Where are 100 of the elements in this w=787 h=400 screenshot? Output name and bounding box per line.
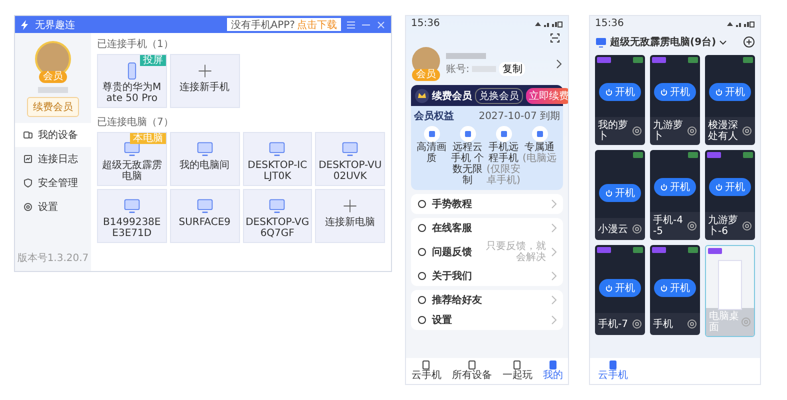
signal-icons	[533, 20, 563, 28]
cloud-phone-card[interactable]: 开机 我的萝卜	[595, 55, 645, 145]
monitor-icon	[122, 197, 141, 215]
device-name: 超级无敌霹雳电脑	[100, 160, 163, 182]
menu-item-icon	[417, 223, 427, 233]
copy-button[interactable]: 复制	[499, 62, 526, 76]
device-name: DESKTOP-ICLJT0K	[246, 160, 308, 182]
device-card[interactable]: DESKTOP-VU02UVK	[315, 132, 385, 186]
settings-icon[interactable]	[687, 221, 697, 231]
settings-icon[interactable]	[632, 319, 642, 329]
settings-icon[interactable]	[687, 126, 697, 136]
settings-icon[interactable]	[632, 126, 642, 136]
benefit-note: (仅限安卓手机)	[486, 164, 521, 186]
cloud-phone-card[interactable]: 开机 手机-7	[595, 245, 645, 335]
cloud-phone-card[interactable]: 开机 九游萝卜	[650, 55, 700, 145]
device-card[interactable]: B1499238EE3E71D	[97, 189, 167, 243]
device-card[interactable]: 投屏 尊贵的华为Mate 50 Pro	[97, 54, 167, 108]
device-card[interactable]: SURFACE9	[170, 189, 240, 243]
power-on-button[interactable]: 开机	[654, 279, 696, 297]
tab-icon	[608, 360, 618, 370]
settings-icon[interactable]	[742, 221, 752, 231]
tab-icon	[466, 360, 477, 370]
nav-item[interactable]: 设置	[15, 195, 91, 219]
power-icon	[605, 88, 613, 96]
download-prompt: 没有手机APP?	[230, 18, 295, 32]
device-name: 梭漫深处有人	[708, 120, 739, 142]
section-title: 已连接手机（1）	[97, 38, 174, 51]
menu-item[interactable]: 手势教程	[411, 194, 563, 214]
device-name: DESKTOP-VG6Q7GF	[246, 217, 310, 239]
power-on-button[interactable]: 开机	[654, 178, 696, 196]
status-chip	[688, 152, 698, 158]
tab[interactable]: 云手机	[411, 360, 442, 382]
redeem-button[interactable]: 兑换会员	[475, 88, 523, 104]
tab[interactable]: 云手机	[598, 360, 628, 382]
device-name: 我的萝卜	[598, 120, 629, 142]
status-chip	[633, 247, 643, 253]
nav-icon	[23, 202, 33, 212]
nav-item[interactable]: 安全管理	[15, 171, 91, 195]
nav-item[interactable]: 连接日志	[15, 147, 91, 171]
section-title: 已连接电脑（7）	[97, 116, 174, 129]
power-on-button[interactable]: 开机	[654, 83, 696, 101]
scan-icon[interactable]	[550, 33, 560, 43]
menu-item[interactable]: 问题反馈 只要反馈，就会解决	[411, 238, 563, 266]
status-chip	[688, 247, 698, 253]
power-on-button[interactable]: 开机	[599, 83, 641, 101]
settings-icon[interactable]	[632, 224, 642, 234]
power-on-button[interactable]: 开机	[599, 279, 641, 297]
device-card[interactable]: DESKTOP-VG6Q7GF	[242, 189, 312, 243]
add-icon[interactable]	[743, 36, 755, 48]
signal-icons	[725, 20, 755, 28]
menu-item[interactable]: 关于我们	[411, 266, 563, 286]
benefit-label: 高清画质	[416, 142, 448, 164]
menu-item-icon	[417, 199, 427, 209]
power-on-button[interactable]: 开机	[709, 83, 751, 101]
menu-item[interactable]: 推荐给好友	[411, 290, 563, 310]
tab[interactable]: 一起玩	[502, 360, 532, 382]
tab[interactable]: 我的	[542, 360, 563, 382]
settings-icon[interactable]	[687, 319, 697, 329]
device-card[interactable]: 本电脑 超级无敌霹雳电脑	[97, 132, 167, 186]
settings-icon[interactable]	[742, 126, 752, 136]
benefit-label: 专属通	[524, 142, 554, 153]
member-badge: 会员	[412, 69, 440, 81]
menu-icon[interactable]	[346, 20, 356, 30]
cloud-phone-card[interactable]: 开机 手机	[650, 245, 700, 335]
monitor-icon	[196, 197, 214, 215]
chevron-right-icon	[551, 223, 557, 233]
nav-item[interactable]: 我的设备	[15, 123, 91, 147]
tab-icon	[548, 360, 558, 370]
caret-down-icon[interactable]	[719, 38, 728, 46]
cloud-phone-card[interactable]: 开机 手机-4-5	[650, 150, 700, 240]
power-icon	[660, 88, 668, 96]
power-on-button[interactable]: 开机	[709, 178, 751, 196]
menu-item[interactable]: 在线客服	[411, 218, 563, 238]
add-device-card[interactable]: 连接新电脑	[315, 189, 385, 243]
menu-item[interactable]: 设置	[411, 310, 563, 330]
benefit-icon	[424, 126, 440, 142]
device-name: B1499238EE3E71D	[102, 217, 162, 239]
tab-icon	[512, 360, 522, 370]
chevron-right-icon[interactable]	[556, 59, 562, 69]
group-title[interactable]: 超级无敌霹雳电脑(9台)	[610, 35, 716, 49]
benefits-title: 会员权益	[414, 110, 454, 123]
nav-icon	[23, 130, 33, 140]
power-on-button[interactable]: 开机	[599, 184, 641, 202]
cloud-phone-card[interactable]: 开机 小漫云	[595, 150, 645, 240]
device-card[interactable]: 我的电脑间	[170, 132, 240, 186]
device-tag: 投屏	[140, 55, 166, 66]
benefit-label: 远程云手机 个数无限制	[450, 142, 485, 186]
blurred-username	[446, 52, 486, 58]
device-name: 九游萝卜	[653, 120, 684, 142]
add-device-card[interactable]: 连接新手机	[170, 54, 240, 108]
close-icon[interactable]	[376, 20, 386, 30]
cloud-phone-card[interactable]: 开机 梭漫深处有人	[705, 55, 755, 145]
tab[interactable]: 所有设备	[452, 360, 492, 382]
device-name: DESKTOP-VU02UVK	[318, 160, 382, 182]
power-icon	[605, 189, 613, 197]
benefit-label: 手机远程手机	[488, 142, 518, 164]
power-icon	[605, 284, 613, 292]
device-card[interactable]: DESKTOP-ICLJT0K	[242, 132, 312, 186]
cloud-phone-card[interactable]: 开机 九游萝卜-6	[705, 150, 755, 240]
expiry-date: 2027-10-07 到期	[478, 110, 560, 123]
